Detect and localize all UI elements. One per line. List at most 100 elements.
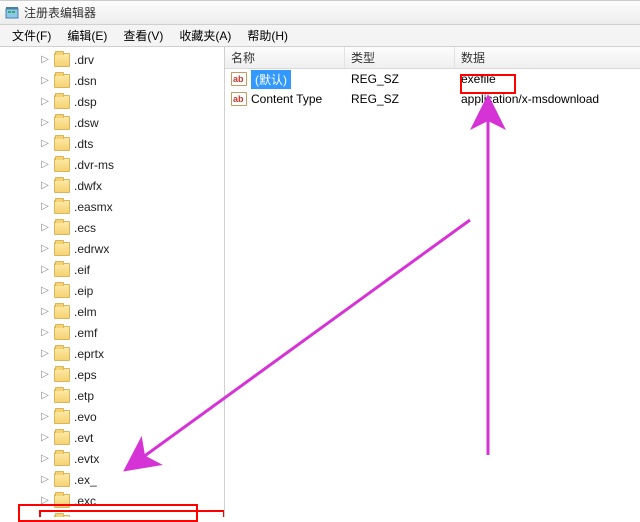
folder-icon (54, 326, 70, 340)
cell-type: REG_SZ (345, 92, 455, 106)
expander-icon[interactable]: ▷ (40, 181, 50, 191)
folder-icon (54, 53, 70, 67)
column-header-type[interactable]: 类型 (345, 47, 455, 68)
folder-icon (54, 473, 70, 487)
expander-icon[interactable]: ▷ (40, 328, 50, 338)
tree-item-dsp[interactable]: ▷ .dsp (40, 91, 224, 112)
tree-item-eprtx[interactable]: ▷ .eprtx (40, 343, 224, 364)
expander-icon[interactable]: ▷ (40, 370, 50, 380)
tree-item-emf[interactable]: ▷.emf (40, 322, 224, 343)
folder-icon (54, 95, 70, 109)
expander-icon[interactable]: ▷ (40, 244, 50, 254)
menu-file[interactable]: 文件(F) (4, 25, 59, 46)
tree-item-label: .eip (74, 284, 93, 298)
expander-icon[interactable]: ▷ (40, 97, 50, 107)
list-row[interactable]: (默认)REG_SZexefile (225, 69, 640, 89)
menu-view[interactable]: 查看(V) (115, 25, 171, 46)
tree-item-evtx[interactable]: ▷ .evtx (40, 448, 224, 469)
tree-pane[interactable]: ▷.drv▷.dsn▷.dsp▷.dsw▷.dts▷.dvr-ms▷.dwfx▷… (0, 47, 225, 517)
tree-item-eif[interactable]: ▷ .eif (40, 259, 224, 280)
cell-name: (默认) (225, 70, 345, 89)
tree-item-label: .eif (74, 263, 90, 277)
tree-item-dwfx[interactable]: ▷ .dwfx (40, 175, 224, 196)
cell-name: Content Type (225, 92, 345, 106)
tree-item-label: .edrwx (74, 242, 109, 256)
expander-icon[interactable]: ▷ (40, 307, 50, 317)
expander-icon[interactable]: ▷ (40, 265, 50, 275)
tree-item-exc[interactable]: ▷ .exc (40, 490, 224, 511)
expander-icon[interactable]: ▷ (40, 412, 50, 422)
expander-icon[interactable]: ▷ (40, 286, 50, 296)
tree-item-edrwx[interactable]: ▷ .edrwx (40, 238, 224, 259)
titlebar: 注册表编辑器 (0, 1, 640, 25)
tree-item-ecs[interactable]: ▷.ecs (40, 217, 224, 238)
tree-item-label: .etp (74, 389, 94, 403)
tree-item-label: .eprtx (74, 347, 104, 361)
reg-string-icon (231, 72, 247, 86)
tree-item-label: .dvr-ms (74, 158, 114, 172)
folder-icon (54, 200, 70, 214)
tree-item-label: .dsn (74, 74, 97, 88)
tree-item-evo[interactable]: ▷ .evo (40, 406, 224, 427)
tree-item-eps[interactable]: ▷.eps (40, 364, 224, 385)
tree-item-label: .dsp (74, 95, 97, 109)
tree-item-label: .exc (74, 494, 96, 508)
tree-item-exe[interactable]: ▷.exe (40, 511, 224, 517)
expander-icon[interactable]: ▷ (40, 139, 50, 149)
tree-item-label: .evo (74, 410, 97, 424)
expander-icon[interactable]: ▷ (40, 76, 50, 86)
value-name: (默认) (251, 70, 291, 89)
tree-item-label: .easmx (74, 200, 113, 214)
expander-icon[interactable]: ▷ (40, 118, 50, 128)
list-body[interactable]: (默认)REG_SZexefileContent TypeREG_SZappli… (225, 69, 640, 517)
expander-icon[interactable]: ▷ (40, 202, 50, 212)
list-row[interactable]: Content TypeREG_SZapplication/x-msdownlo… (225, 89, 640, 109)
expander-icon[interactable]: ▷ (40, 433, 50, 443)
tree-item-dvr-ms[interactable]: ▷ .dvr-ms (40, 154, 224, 175)
folder-icon (54, 347, 70, 361)
menu-help[interactable]: 帮助(H) (239, 25, 296, 46)
window-title: 注册表编辑器 (24, 4, 96, 21)
column-header-name[interactable]: 名称 (225, 47, 345, 68)
tree-item-label: .elm (74, 305, 97, 319)
menu-edit[interactable]: 编辑(E) (59, 25, 115, 46)
folder-icon (54, 494, 70, 508)
folder-icon (54, 263, 70, 277)
folder-icon (54, 389, 70, 403)
expander-icon[interactable]: ▷ (40, 496, 50, 506)
reg-string-icon (231, 92, 247, 106)
tree-item-dsw[interactable]: ▷.dsw (40, 112, 224, 133)
tree-list: ▷.drv▷.dsn▷.dsp▷.dsw▷.dts▷.dvr-ms▷.dwfx▷… (0, 49, 224, 517)
tree-item-elm[interactable]: ▷ .elm (40, 301, 224, 322)
folder-icon (54, 179, 70, 193)
folder-icon (54, 116, 70, 130)
content-area: ▷.drv▷.dsn▷.dsp▷.dsw▷.dts▷.dvr-ms▷.dwfx▷… (0, 47, 640, 517)
tree-item-label: .evtx (74, 452, 99, 466)
tree-item-etp[interactable]: ▷ .etp (40, 385, 224, 406)
tree-item-ex_[interactable]: ▷ .ex_ (40, 469, 224, 490)
expander-icon[interactable]: ▷ (40, 349, 50, 359)
tree-item-drv[interactable]: ▷.drv (40, 49, 224, 70)
cell-type: REG_SZ (345, 72, 455, 86)
expander-icon[interactable]: ▷ (40, 160, 50, 170)
expander-icon[interactable]: ▷ (40, 475, 50, 485)
expander-icon[interactable]: ▷ (40, 391, 50, 401)
expander-icon[interactable]: ▷ (40, 454, 50, 464)
folder-icon (54, 305, 70, 319)
tree-item-dts[interactable]: ▷ .dts (40, 133, 224, 154)
tree-item-label: .evt (74, 431, 93, 445)
tree-item-easmx[interactable]: ▷ .easmx (40, 196, 224, 217)
folder-icon (54, 284, 70, 298)
column-header-data[interactable]: 数据 (455, 47, 640, 68)
tree-item-eip[interactable]: ▷ .eip (40, 280, 224, 301)
menu-favorites[interactable]: 收藏夹(A) (171, 25, 239, 46)
tree-item-evt[interactable]: ▷ .evt (40, 427, 224, 448)
tree-item-label: .dwfx (74, 179, 102, 193)
tree-item-label: .ex_ (74, 473, 97, 487)
expander-icon[interactable]: ▷ (40, 223, 50, 233)
tree-item-label: .dts (74, 137, 93, 151)
folder-icon (54, 74, 70, 88)
expander-icon[interactable]: ▷ (40, 55, 50, 65)
tree-item-dsn[interactable]: ▷ .dsn (40, 70, 224, 91)
cell-data: application/x-msdownload (455, 92, 640, 106)
